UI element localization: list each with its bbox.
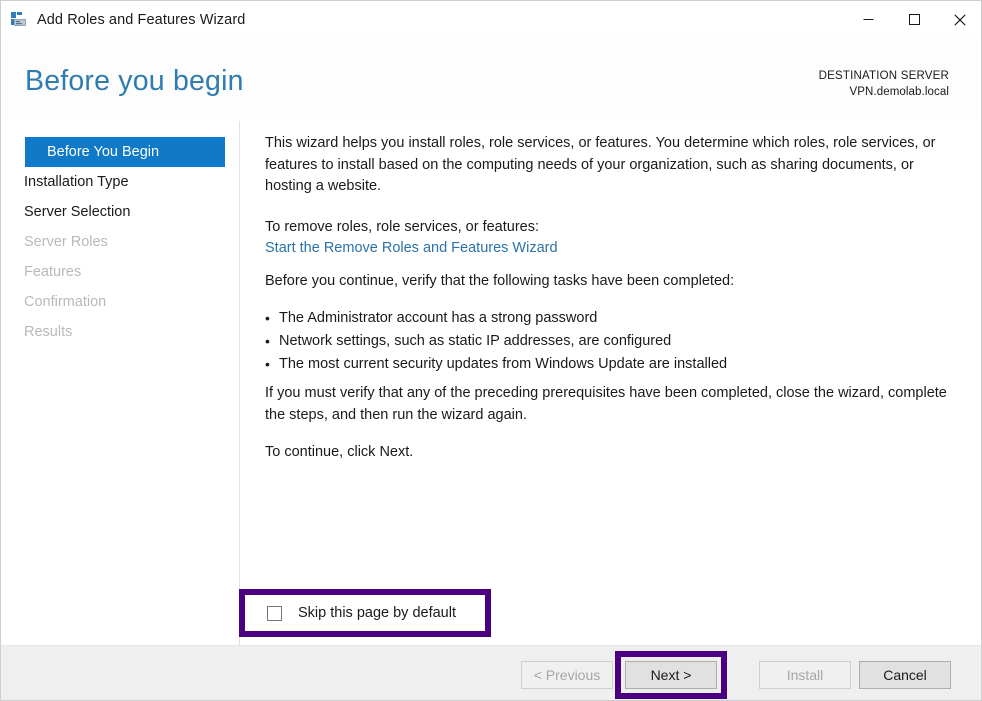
list-item-label: The most current security updates from W… — [279, 356, 728, 372]
sidebar-item-results: Results — [24, 324, 73, 340]
prerequisite-note-paragraph: If you must verify that any of the prece… — [265, 385, 947, 423]
next-button[interactable]: Next > — [625, 661, 717, 689]
install-button: Install — [759, 661, 851, 689]
add-roles-wizard-window: Add Roles and Features Wizard Before you… — [0, 0, 982, 701]
window-title: Add Roles and Features Wizard — [37, 11, 246, 28]
skip-this-page-checkbox-row[interactable]: Skip this page by default — [245, 595, 485, 631]
prerequisite-list: • The Administrator account has a strong… — [265, 307, 951, 376]
page-title: Before you begin — [25, 65, 244, 97]
skip-this-page-label: Skip this page by default — [298, 605, 456, 621]
list-item: • Network settings, such as static IP ad… — [265, 330, 951, 353]
list-item-label: The Administrator account has a strong p… — [279, 310, 598, 326]
sidebar-item-features: Features — [24, 264, 82, 280]
intro-paragraph: This wizard helps you install roles, rol… — [265, 135, 936, 194]
list-item: • The Administrator account has a strong… — [265, 307, 951, 330]
maximize-icon[interactable] — [891, 1, 937, 38]
verify-intro-paragraph: Before you continue, verify that the fol… — [265, 273, 735, 289]
list-item: • The most current security updates from… — [265, 353, 951, 376]
previous-button: < Previous — [521, 661, 613, 689]
sidebar-item-server-roles: Server Roles — [24, 234, 108, 250]
server-manager-icon — [10, 11, 28, 29]
title-bar: Add Roles and Features Wizard — [1, 1, 981, 38]
wizard-step-navigation: Before You Begin Installation Type Serve… — [1, 121, 240, 645]
destination-server-value: VPN.demolab.local — [849, 86, 949, 98]
window-controls — [845, 1, 981, 38]
minimize-icon[interactable] — [845, 1, 891, 38]
sidebar-item-server-selection[interactable]: Server Selection — [1, 197, 225, 227]
remove-intro-paragraph: To remove roles, role services, or featu… — [265, 219, 539, 235]
destination-server-label: DESTINATION SERVER — [818, 70, 949, 82]
skip-page-annotation-highlight: Skip this page by default — [239, 589, 491, 637]
wizard-content-pane: This wizard helps you install roles, rol… — [241, 121, 981, 645]
wizard-body: Before You Begin Installation Type Serve… — [1, 121, 981, 645]
start-remove-roles-wizard-link[interactable]: Start the Remove Roles and Features Wiza… — [265, 240, 558, 256]
sidebar-item-installation-type[interactable]: Installation Type — [1, 167, 225, 197]
bullet-icon: • — [265, 333, 270, 349]
cancel-button[interactable]: Cancel — [859, 661, 951, 689]
list-item-label: Network settings, such as static IP addr… — [279, 333, 672, 349]
sidebar-item-before-you-begin[interactable]: Before You Begin — [25, 137, 225, 167]
bullet-icon: • — [265, 356, 270, 372]
wizard-footer: < Previous Next > Install Cancel — [1, 645, 981, 700]
continue-note-paragraph: To continue, click Next. — [265, 444, 414, 460]
skip-this-page-checkbox[interactable] — [267, 605, 282, 621]
bullet-icon: • — [265, 310, 270, 326]
remove-wizard-link-row: Start the Remove Roles and Features Wiza… — [265, 238, 951, 260]
sidebar-item-confirmation: Confirmation — [24, 294, 107, 310]
close-icon[interactable] — [937, 1, 981, 38]
wizard-header: Before you begin DESTINATION SERVER VPN.… — [1, 38, 981, 121]
destination-server-block: DESTINATION SERVER VPN.demolab.local — [819, 68, 949, 100]
